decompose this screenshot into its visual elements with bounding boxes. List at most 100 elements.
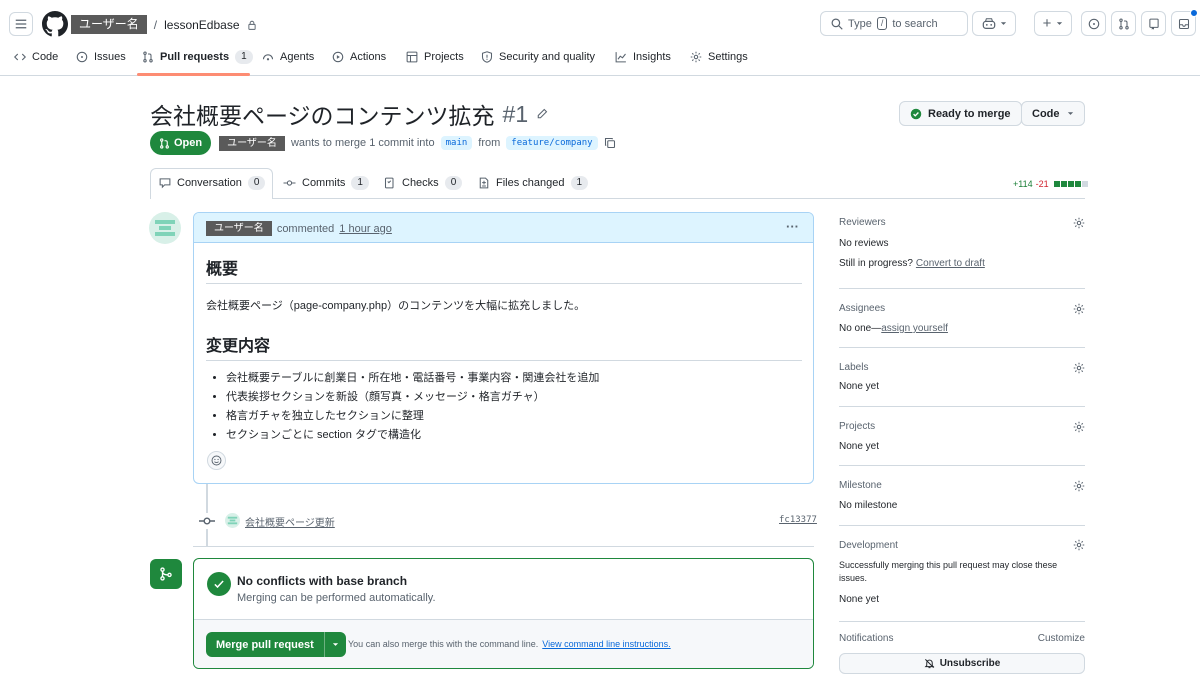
tab-projects[interactable]: Projects (406, 44, 464, 70)
tab-checks-count: 0 (444, 176, 463, 190)
tab-pull-requests-count: 1 (235, 50, 253, 64)
inbox-button[interactable] (1171, 9, 1198, 36)
gear-icon[interactable] (1073, 539, 1085, 551)
git-merge-icon (160, 567, 172, 581)
tab-actions[interactable]: Actions (332, 44, 386, 70)
projects-title[interactable]: Projects (839, 421, 875, 432)
assignees-value: No one— (839, 323, 882, 334)
commit-sha[interactable]: fc13377 (779, 515, 817, 525)
ready-to-merge-button[interactable]: Ready to merge (899, 101, 1022, 126)
commit-avatar[interactable] (225, 513, 240, 528)
tab-agents[interactable]: Agents (262, 44, 314, 70)
hamburger-menu-button[interactable] (9, 12, 33, 36)
avatar[interactable] (149, 212, 181, 244)
chevron-down-icon (332, 643, 338, 646)
diffstat-block (1074, 181, 1081, 187)
check-circle-icon (910, 108, 922, 119)
pr-from-text: from (478, 137, 501, 149)
head-branch[interactable]: feature/company (506, 136, 598, 150)
milestone-title[interactable]: Milestone (839, 480, 882, 491)
commit-message[interactable]: 会社概要ページ更新 (245, 514, 335, 529)
active-tab-underline (137, 73, 250, 76)
tab-conversation-label: Conversation (177, 177, 242, 189)
tab-code[interactable]: Code (14, 44, 58, 70)
list-item: 会社概要テーブルに創業日・所在地・電話番号・事業内容・関連会社を追加 (226, 369, 802, 388)
tab-agents-label: Agents (280, 51, 315, 63)
tab-security[interactable]: Security and quality (481, 44, 595, 70)
labels-title[interactable]: Labels (839, 362, 868, 373)
tab-pull-requests-label: Pull requests (160, 51, 230, 63)
lock-icon (247, 20, 256, 30)
milestone-value: No milestone (839, 500, 898, 511)
file-diff-icon (479, 177, 489, 189)
graph-icon (615, 52, 626, 63)
comment-menu-button[interactable]: ··· (786, 219, 799, 234)
unsubscribe-button[interactable]: Unsubscribe (839, 653, 1085, 674)
play-icon (332, 51, 344, 63)
issue-icon (76, 51, 88, 63)
tab-insights[interactable]: Insights (615, 44, 671, 70)
code-dropdown-label: Code (1032, 107, 1060, 120)
gear-icon[interactable] (1073, 480, 1085, 492)
copilot-icon (982, 17, 995, 29)
reviewers-title[interactable]: Reviewers (839, 217, 886, 228)
check-icon (214, 580, 224, 589)
identicon-icon (227, 516, 238, 525)
gear-icon[interactable] (1073, 421, 1085, 433)
comment-action: commented (276, 222, 335, 235)
github-logo[interactable] (42, 11, 68, 37)
copilot-button[interactable] (972, 11, 1016, 36)
owner-name[interactable]: ユーザー名 (71, 15, 147, 34)
shield-icon (481, 51, 493, 63)
comment-paragraph: 会社概要ページ（page-company.php）のコンテンツを大幅に拡充しまし… (206, 300, 586, 312)
assignees-title[interactable]: Assignees (839, 303, 885, 314)
tab-pull-requests[interactable]: Pull requests 1 (142, 44, 253, 70)
merge-method-dropdown[interactable] (323, 632, 346, 657)
merge-status-icon-box (150, 559, 182, 589)
pr-author[interactable]: ユーザー名 (219, 135, 285, 151)
customize-link[interactable]: Customize (1038, 633, 1085, 644)
tab-commits[interactable]: Commits 1 (283, 168, 369, 198)
convert-to-draft-link[interactable]: Convert to draft (916, 258, 985, 269)
repositories-button[interactable] (1141, 11, 1166, 36)
tab-checks[interactable]: Checks 0 (384, 168, 463, 198)
tab-issues[interactable]: Issues (76, 44, 126, 70)
diffstat-deletions: -21 (1035, 179, 1049, 189)
tab-security-label: Security and quality (499, 51, 595, 63)
notification-dot (1190, 9, 1198, 17)
copy-icon[interactable] (604, 137, 616, 149)
github-icon (42, 11, 68, 37)
development-title[interactable]: Development (839, 540, 898, 551)
add-reaction-button[interactable] (207, 451, 226, 470)
app-header: ユーザー名 / lessonEdbase Type / to search + … (0, 0, 1200, 76)
comment-timestamp[interactable]: 1 hour ago (339, 223, 392, 235)
bell-slash-icon (924, 659, 935, 669)
comment-author[interactable]: ユーザー名 (206, 221, 272, 236)
repo-icon (1148, 18, 1159, 30)
create-new-button[interactable]: + (1034, 11, 1072, 36)
assign-yourself-link[interactable]: assign yourself (881, 323, 948, 334)
tab-code-label: Code (32, 51, 59, 63)
list-item: セクションごとに section タグで構造化 (226, 426, 802, 445)
gear-icon[interactable] (1073, 217, 1085, 229)
search-placeholder-pre: Type (848, 17, 872, 30)
merge-pull-request-button[interactable]: Merge pull request (206, 632, 346, 657)
gear-icon[interactable] (1073, 362, 1085, 374)
pencil-icon[interactable] (536, 108, 548, 120)
issues-button[interactable] (1081, 11, 1106, 36)
tab-files-changed[interactable]: Files changed 1 (478, 168, 589, 198)
code-dropdown-button[interactable]: Code (1021, 101, 1085, 126)
tab-settings[interactable]: Settings (690, 44, 748, 70)
pull-requests-button[interactable] (1111, 11, 1136, 36)
tab-conversation[interactable]: Conversation 0 (159, 168, 266, 198)
repo-name[interactable]: lessonEdbase (164, 18, 239, 32)
command-line-instructions-link[interactable]: View command line instructions. (542, 639, 670, 649)
gear-icon[interactable] (1073, 303, 1085, 315)
pr-meta-row: Open ユーザー名 wants to merge 1 commit into … (150, 131, 616, 155)
tab-commits-count: 1 (351, 176, 369, 190)
search-input[interactable]: Type / to search (820, 11, 968, 36)
base-branch[interactable]: main (440, 136, 473, 150)
merge-title: No conflicts with base branch (237, 574, 408, 588)
diffstat[interactable]: +114 -21 (1013, 179, 1088, 189)
tab-settings-label: Settings (708, 51, 748, 63)
